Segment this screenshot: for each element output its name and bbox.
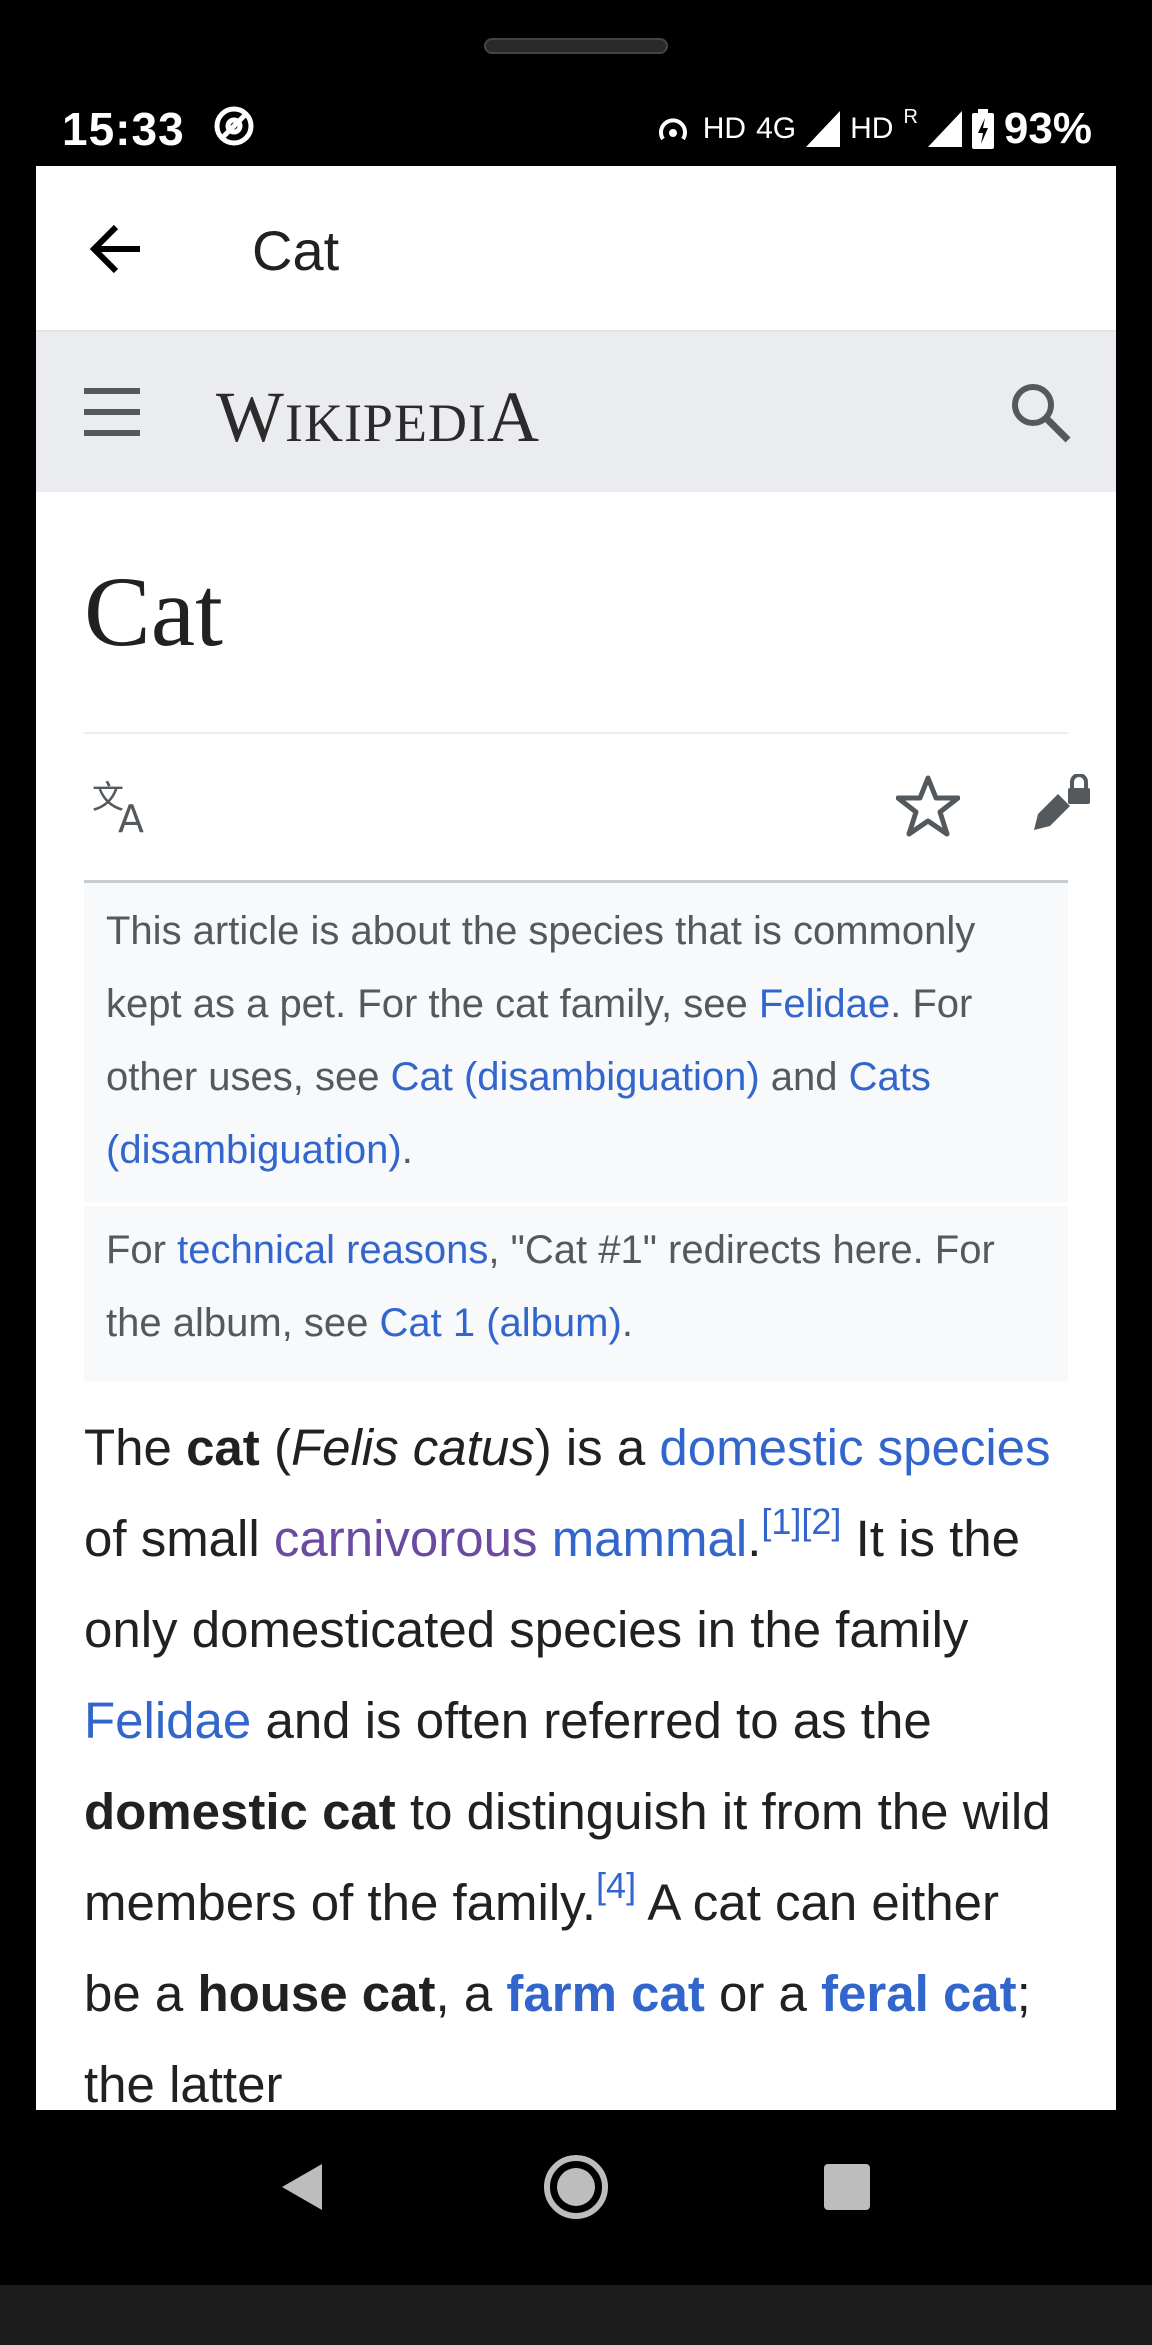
hatnote-text: and bbox=[759, 1055, 849, 1099]
article-actions: 文 A bbox=[84, 734, 1090, 883]
lead-text: of small bbox=[84, 1510, 274, 1567]
link-farm-cat[interactable]: farm cat bbox=[506, 1965, 704, 2022]
battery-percent: 93% bbox=[1003, 104, 1092, 153]
lead-text: ) is a bbox=[534, 1419, 660, 1476]
link-feral-cat[interactable]: feral cat bbox=[821, 1965, 1017, 2022]
hamburger-icon[interactable] bbox=[84, 384, 144, 440]
square-recents-icon[interactable] bbox=[812, 2152, 882, 2222]
article-title: Cat bbox=[84, 492, 1068, 734]
lead-italic: Felis catus bbox=[290, 1419, 535, 1476]
article-content: Cat 文 A This article is about the specie… bbox=[84, 492, 1090, 2110]
status-time: 15:33 bbox=[62, 103, 185, 155]
network-hd-1: HD bbox=[702, 112, 747, 145]
edit-lock-icon[interactable] bbox=[1032, 774, 1096, 838]
network-type: 4G bbox=[756, 112, 797, 145]
earpiece-speaker bbox=[484, 38, 668, 54]
lead-text: or a bbox=[704, 1965, 822, 2022]
at-sign-icon bbox=[214, 106, 254, 146]
wikipedia-header: WIKIPEDIA bbox=[36, 332, 1116, 492]
wordmark-first: W bbox=[216, 377, 285, 457]
link-felidae[interactable]: Felidae bbox=[759, 982, 890, 1026]
svg-text:A: A bbox=[118, 797, 144, 838]
status-bar: 15:33 HD 4G HD R 93% bbox=[36, 96, 1116, 166]
language-icon[interactable]: 文 A bbox=[92, 774, 156, 838]
network-hd-2: HD bbox=[850, 112, 894, 145]
ref-2[interactable]: [2] bbox=[801, 1501, 841, 1542]
signal-icon bbox=[806, 111, 841, 147]
lead-text bbox=[538, 1510, 552, 1567]
hatnote-text: . bbox=[621, 1301, 633, 1345]
link-technical-reasons[interactable]: technical reasons bbox=[177, 1228, 488, 1272]
wordmark-mid: IKIPEDI bbox=[284, 393, 487, 453]
lead-paragraph: The cat (Felis catus) is a domestic spec… bbox=[84, 1402, 1068, 2110]
ref-1[interactable]: [1] bbox=[761, 1501, 801, 1542]
hatnote-text: . bbox=[401, 1128, 413, 1172]
battery-charging-icon bbox=[971, 109, 994, 149]
system-nav-bar bbox=[0, 2110, 1152, 2260]
arrow-left-icon[interactable] bbox=[84, 214, 154, 284]
link-mammal[interactable]: mammal bbox=[552, 1510, 748, 1567]
lead-text: ( bbox=[259, 1419, 291, 1476]
search-icon[interactable] bbox=[1008, 380, 1072, 444]
lead-text: The bbox=[84, 1419, 187, 1476]
lead-text: and is often referred to as the bbox=[251, 1692, 932, 1749]
triangle-back-icon[interactable] bbox=[268, 2152, 338, 2222]
circle-home-icon[interactable] bbox=[541, 2152, 611, 2222]
hotspot-icon bbox=[658, 118, 687, 141]
lead-bold: house cat bbox=[197, 1965, 436, 2022]
link-cat-disambiguation[interactable]: Cat (disambiguation) bbox=[391, 1055, 760, 1099]
ref-4[interactable]: [4] bbox=[596, 1865, 636, 1906]
status-indicators: HD 4G HD R 93% bbox=[653, 104, 1092, 154]
signal-roaming-icon bbox=[927, 111, 962, 147]
wikipedia-wordmark[interactable]: WIKIPEDIA bbox=[216, 376, 540, 459]
app-bar: Cat bbox=[36, 166, 1116, 332]
app-bar-title: Cat bbox=[252, 219, 340, 282]
wordmark-last: A bbox=[486, 377, 540, 457]
link-cat-1-album[interactable]: Cat 1 (album) bbox=[380, 1301, 622, 1345]
hatnote-about: This article is about the species that i… bbox=[84, 883, 1068, 1203]
app-screen: Cat WIKIPEDIA Cat 文 A This article is ab… bbox=[36, 166, 1116, 2110]
hatnote-redirect: For technical reasons, "Cat #1" redirect… bbox=[84, 1203, 1068, 1382]
link-felidae-lead[interactable]: Felidae bbox=[84, 1692, 251, 1749]
lead-bold: cat bbox=[186, 1419, 260, 1476]
roaming-indicator: R bbox=[903, 105, 918, 128]
star-icon[interactable] bbox=[896, 774, 960, 838]
device-bottom-bezel bbox=[0, 2285, 1152, 2345]
lead-bold: domestic cat bbox=[84, 1783, 396, 1840]
link-domestic-species[interactable]: domestic species bbox=[659, 1419, 1050, 1476]
link-carnivorous[interactable]: carnivorous bbox=[274, 1510, 538, 1567]
lead-text: . bbox=[747, 1510, 762, 1567]
hatnote-text: For bbox=[106, 1228, 178, 1272]
lead-text: , a bbox=[435, 1965, 507, 2022]
